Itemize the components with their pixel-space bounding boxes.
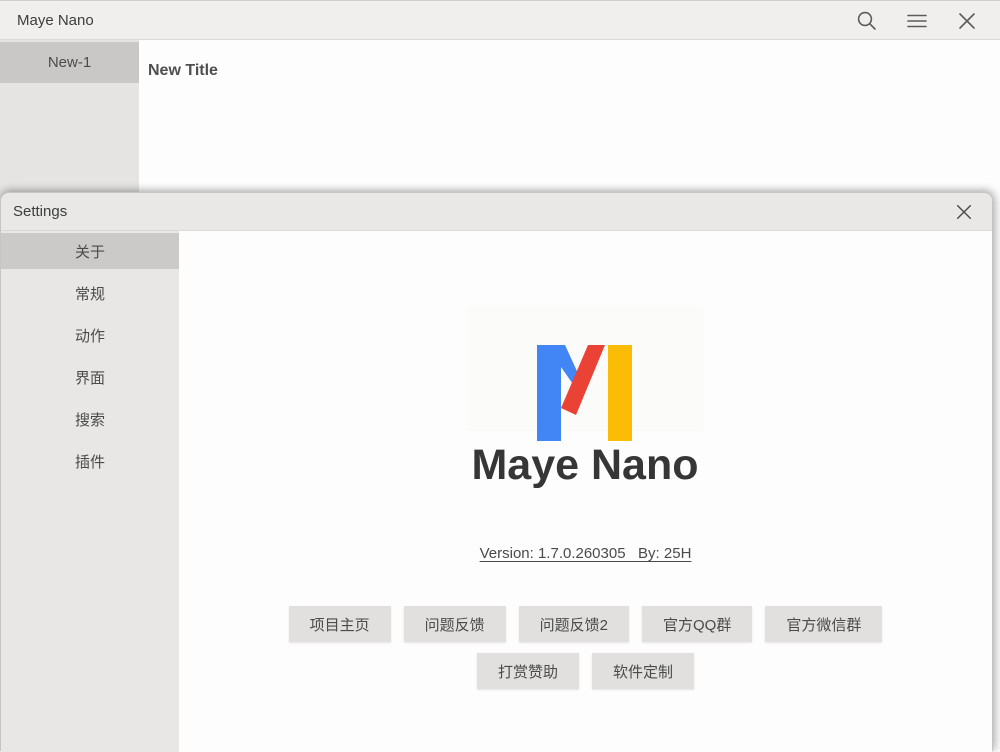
feedback2-button[interactable]: 问题反馈2 xyxy=(519,606,629,642)
settings-nav-label: 动作 xyxy=(75,325,105,346)
about-links-row1: 项目主页 问题反馈 问题反馈2 官方QQ群 官方微信群 xyxy=(179,606,992,642)
version-row: Version: 1.7.0.260305 By: 25H xyxy=(179,545,992,563)
settings-nav-label: 搜索 xyxy=(75,409,105,430)
official-wechat-group-button[interactable]: 官方微信群 xyxy=(765,606,882,642)
settings-nav-search[interactable]: 搜索 xyxy=(1,401,179,437)
settings-titlebar: Settings xyxy=(1,193,992,231)
feedback-button[interactable]: 问题反馈 xyxy=(404,606,506,642)
settings-nav-plugins[interactable]: 插件 xyxy=(1,443,179,479)
search-icon xyxy=(856,10,878,32)
settings-nav-label: 常规 xyxy=(75,283,105,304)
settings-close-button[interactable] xyxy=(942,193,986,230)
close-icon xyxy=(957,11,977,31)
about-links-row2: 打赏赞助 软件定制 xyxy=(179,653,992,689)
note-tab-label: New-1 xyxy=(48,54,91,71)
settings-nav-label: 插件 xyxy=(75,451,105,472)
donate-button[interactable]: 打赏赞助 xyxy=(477,653,579,689)
settings-about-panel: Maye Nano Version: 1.7.0.260305 By: 25H … xyxy=(179,231,992,752)
hamburger-menu-icon xyxy=(906,10,928,32)
settings-sidebar: 关于 常规 动作 界面 搜索 插件 xyxy=(1,231,179,752)
project-home-button[interactable]: 项目主页 xyxy=(289,606,391,642)
note-list-sidebar: New-1 xyxy=(0,40,139,205)
version-link[interactable]: Version: 1.7.0.260305 By: 25H xyxy=(480,545,692,562)
titlebar-icons xyxy=(842,1,992,41)
settings-dialog-title: Settings xyxy=(13,203,67,220)
logo-wordmark: Maye Nano xyxy=(385,441,785,490)
settings-body: 关于 常规 动作 界面 搜索 插件 xyxy=(1,231,992,752)
maye-nano-logo-icon xyxy=(535,342,635,442)
settings-nav-actions[interactable]: 动作 xyxy=(1,317,179,353)
settings-nav-label: 关于 xyxy=(75,241,105,262)
settings-dialog: Settings 关于 常规 动作 界面 搜索 xyxy=(0,192,993,751)
official-qq-group-button[interactable]: 官方QQ群 xyxy=(642,606,752,642)
search-button[interactable] xyxy=(842,1,892,41)
logo-m-yellow-shape xyxy=(608,345,632,441)
settings-nav-interface[interactable]: 界面 xyxy=(1,359,179,395)
settings-nav-label: 界面 xyxy=(75,367,105,388)
menu-button[interactable] xyxy=(892,1,942,41)
settings-nav-about[interactable]: 关于 xyxy=(1,233,179,269)
note-content-title[interactable]: New Title xyxy=(148,62,218,80)
note-tab-new-1[interactable]: New-1 xyxy=(0,42,139,83)
custom-software-button[interactable]: 软件定制 xyxy=(592,653,694,689)
settings-nav-general[interactable]: 常规 xyxy=(1,275,179,311)
app-title: Maye Nano xyxy=(17,12,94,29)
main-titlebar: Maye Nano xyxy=(0,0,1000,40)
close-icon xyxy=(955,203,973,221)
close-window-button[interactable] xyxy=(942,1,992,41)
